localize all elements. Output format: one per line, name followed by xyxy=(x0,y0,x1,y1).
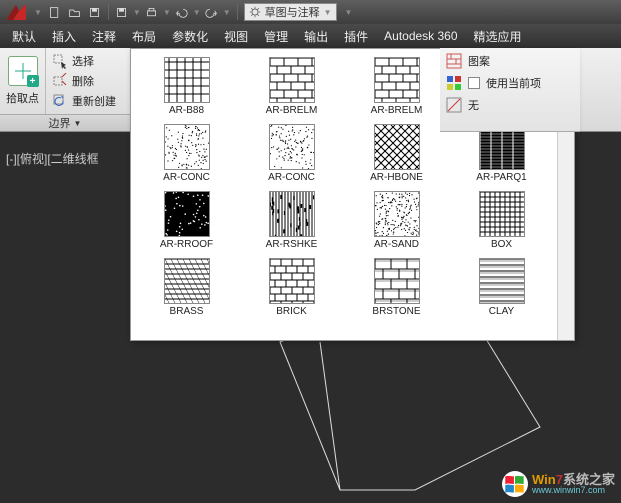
save-icon[interactable] xyxy=(86,3,104,21)
recreate-button[interactable]: 重新创建 xyxy=(52,92,116,110)
swatch-label: AR-CONC xyxy=(268,172,315,183)
hatch-swatch-clay[interactable]: CLAY xyxy=(450,256,553,319)
select-button[interactable]: 选择 xyxy=(52,52,116,70)
swatch-preview xyxy=(479,258,525,304)
swatch-label: AR-BRELM xyxy=(371,105,423,116)
app-menu-chevron-icon[interactable]: ▼ xyxy=(34,8,42,17)
swatch-label: AR-CONC xyxy=(163,172,210,183)
swatch-preview xyxy=(164,191,210,237)
pattern-icon xyxy=(446,53,462,69)
menu-8[interactable]: 插件 xyxy=(336,24,376,48)
swatch-label: BRSTONE xyxy=(372,306,420,317)
recreate-icon xyxy=(52,93,68,109)
swatch-preview xyxy=(164,57,210,103)
gear-icon xyxy=(249,6,261,18)
swatch-preview xyxy=(374,191,420,237)
swatch-label: AR-B88 xyxy=(169,105,204,116)
hatch-swatch-ar-brelm[interactable]: AR-BRELM xyxy=(240,55,343,118)
pickpoint-button[interactable]: + 拾取点 xyxy=(0,48,46,114)
hatch-swatch-box[interactable]: BOX xyxy=(450,189,553,252)
pickpoint-label: 拾取点 xyxy=(6,90,39,106)
menu-9[interactable]: Autodesk 360 xyxy=(376,24,465,48)
swatch-preview xyxy=(269,124,315,170)
menu-2[interactable]: 注释 xyxy=(84,24,124,48)
swatch-preview xyxy=(374,57,420,103)
color-icon xyxy=(446,75,462,91)
watermark-logo-icon xyxy=(502,471,528,497)
swatch-label: AR-BRELM xyxy=(266,105,318,116)
hatch-swatch-ar-sand[interactable]: AR-SAND xyxy=(345,189,448,252)
checkbox-icon xyxy=(468,77,480,89)
hatch-swatch-ar-conc[interactable]: AR-CONC xyxy=(240,122,343,185)
menu-0[interactable]: 默认 xyxy=(4,24,44,48)
redo-chevron-icon[interactable]: ▼ xyxy=(223,8,231,17)
swatch-preview xyxy=(479,191,525,237)
hatch-swatch-ar-rroof[interactable]: AR-RROOF xyxy=(135,189,238,252)
swatch-label: BRASS xyxy=(170,306,204,317)
menu-10[interactable]: 精选应用 xyxy=(466,24,530,48)
swatch-preview xyxy=(269,258,315,304)
swatch-preview xyxy=(164,124,210,170)
hatch-swatch-ar-brelm[interactable]: AR-BRELM xyxy=(345,55,448,118)
swatch-label: AR-SAND xyxy=(374,239,419,250)
watermark: Win7系统之家 www.winwin7.com xyxy=(502,471,615,497)
plot-chevron-icon[interactable]: ▼ xyxy=(163,8,171,17)
open-icon[interactable] xyxy=(66,3,84,21)
hatch-swatch-brass[interactable]: BRASS xyxy=(135,256,238,319)
hatch-swatch-ar-hbone[interactable]: AR-HBONE xyxy=(345,122,448,185)
workspace-label: 草图与注释 xyxy=(265,4,320,20)
swatch-label: BRICK xyxy=(276,306,307,317)
swatch-preview xyxy=(374,124,420,170)
swatch-label: BOX xyxy=(491,239,512,250)
none-icon xyxy=(446,97,462,113)
redo-icon[interactable] xyxy=(203,3,221,21)
pickpoint-icon: + xyxy=(8,56,38,86)
hatch-swatch-brick[interactable]: BRICK xyxy=(240,256,343,319)
menu-4[interactable]: 参数化 xyxy=(164,24,216,48)
swatch-preview xyxy=(269,191,315,237)
boundary-panel-title[interactable]: 边界▼ xyxy=(0,114,130,131)
pattern-button[interactable]: 图案 xyxy=(446,53,574,69)
hatch-swatch-ar-b88[interactable]: AR-B88 xyxy=(135,55,238,118)
saveas-icon[interactable] xyxy=(113,3,131,21)
delete-button[interactable]: 删除 xyxy=(52,72,116,90)
new-icon[interactable] xyxy=(46,3,64,21)
swatch-label: CLAY xyxy=(489,306,514,317)
swatch-label: AR-RSHKE xyxy=(266,239,318,250)
app-logo[interactable] xyxy=(4,2,30,22)
hatch-swatch-brstone[interactable]: BRSTONE xyxy=(345,256,448,319)
undo-icon[interactable] xyxy=(173,3,191,21)
qat-more-chevron-icon[interactable]: ▼ xyxy=(345,8,353,17)
delete-icon xyxy=(52,73,68,89)
hatch-swatch-ar-conc[interactable]: AR-CONC xyxy=(135,122,238,185)
saveas-chevron-icon[interactable]: ▼ xyxy=(133,8,141,17)
swatch-label: AR-RROOF xyxy=(160,239,213,250)
menu-7[interactable]: 输出 xyxy=(296,24,336,48)
swatch-preview xyxy=(269,57,315,103)
workspace-chevron-icon: ▼ xyxy=(324,8,332,17)
hatch-swatch-ar-rshke[interactable]: AR-RSHKE xyxy=(240,189,343,252)
use-current-checkbox[interactable]: 使用当前项 xyxy=(446,75,574,91)
plot-icon[interactable] xyxy=(143,3,161,21)
workspace-selector[interactable]: 草图与注释 ▼ xyxy=(244,3,337,21)
menu-1[interactable]: 插入 xyxy=(44,24,84,48)
swatch-label: AR-HBONE xyxy=(370,172,423,183)
swatch-label: AR-PARQ1 xyxy=(476,172,526,183)
menu-3[interactable]: 布局 xyxy=(124,24,164,48)
menu-5[interactable]: 视图 xyxy=(216,24,256,48)
swatch-preview xyxy=(374,258,420,304)
swatch-preview xyxy=(164,258,210,304)
select-icon xyxy=(52,53,68,69)
menu-6[interactable]: 管理 xyxy=(256,24,296,48)
none-button[interactable]: 无 xyxy=(446,97,574,113)
undo-chevron-icon[interactable]: ▼ xyxy=(193,8,201,17)
